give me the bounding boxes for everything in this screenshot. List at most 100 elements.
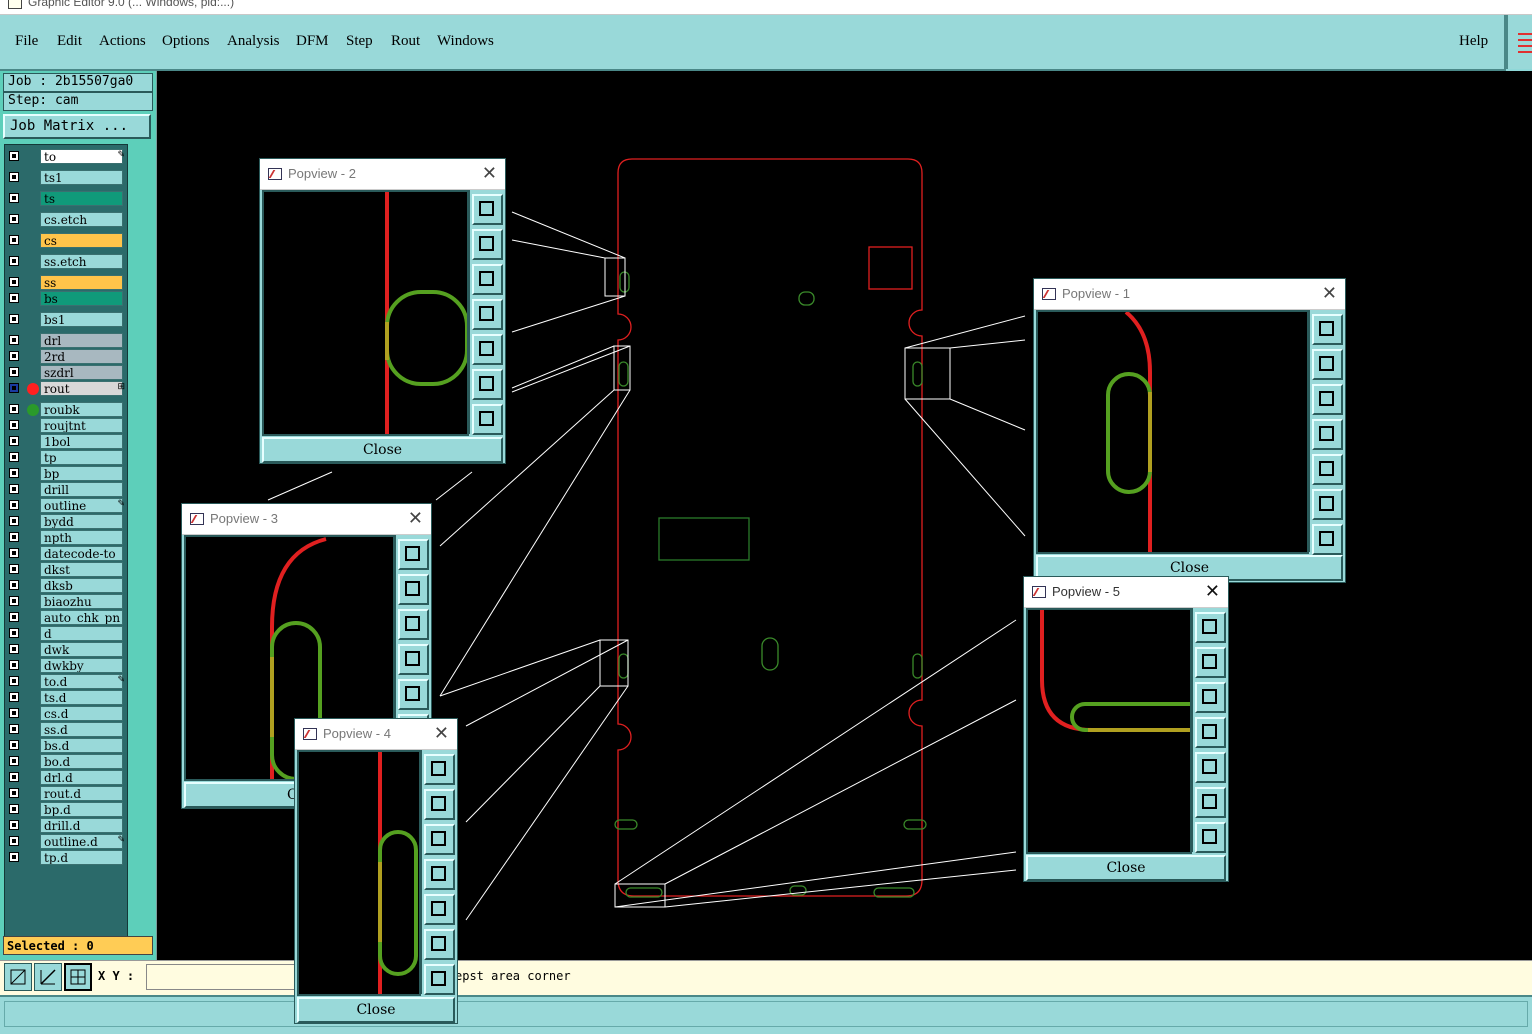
- layer-row-roujtnt[interactable]: roujtnt: [5, 418, 127, 434]
- menu-actions[interactable]: Actions: [99, 33, 146, 50]
- pan-down-icon[interactable]: [398, 609, 429, 640]
- popview-close-button[interactable]: Close: [262, 437, 503, 463]
- layer-checkbox[interactable]: [9, 484, 19, 494]
- zoom-out-icon[interactable]: [1195, 822, 1226, 853]
- layer-row-tp-d[interactable]: tp.d: [5, 850, 127, 866]
- layer-name[interactable]: outline: [40, 498, 123, 513]
- layer-checkbox[interactable]: [9, 468, 19, 478]
- layer-name[interactable]: bs.d: [40, 738, 123, 753]
- popview-1-window[interactable]: Popview - 1 ✕ Close: [1033, 278, 1346, 583]
- zoom-in-icon[interactable]: [424, 929, 455, 960]
- layer-checkbox[interactable]: [9, 644, 19, 654]
- layer-checkbox[interactable]: [9, 548, 19, 558]
- popview-2-window[interactable]: Popview - 2 ✕ Close: [259, 158, 506, 464]
- pan-right-icon[interactable]: [398, 679, 429, 710]
- layer-row-drl-d[interactable]: drl.d: [5, 770, 127, 786]
- popview-4-window[interactable]: Popview - 4 ✕ Close: [294, 718, 458, 1024]
- layer-name[interactable]: bo.d: [40, 754, 123, 769]
- layer-row-bp-d[interactable]: bp.d: [5, 802, 127, 818]
- pan-left-icon[interactable]: [398, 644, 429, 675]
- layer-row-ts1[interactable]: ts1: [5, 170, 127, 186]
- zoom-home-icon[interactable]: [472, 194, 503, 225]
- layer-row-szdrl[interactable]: szdrl: [5, 365, 127, 381]
- popview-view[interactable]: [1026, 608, 1192, 854]
- layer-name[interactable]: bs: [40, 291, 123, 306]
- layer-row-ss-d[interactable]: ss.d: [5, 722, 127, 738]
- popview-view[interactable]: [1036, 310, 1309, 554]
- layer-name[interactable]: biaozhu: [40, 594, 123, 609]
- layer-row-bs-d[interactable]: bs.d: [5, 738, 127, 754]
- layer-checkbox[interactable]: [9, 256, 19, 266]
- layer-checkbox[interactable]: [9, 351, 19, 361]
- layer-checkbox[interactable]: [9, 436, 19, 446]
- layer-name[interactable]: drl: [40, 333, 123, 348]
- pan-right-icon[interactable]: [1195, 752, 1226, 783]
- layer-checkbox[interactable]: [9, 516, 19, 526]
- layer-row-npth[interactable]: npth: [5, 530, 127, 546]
- layer-row-ss-etch[interactable]: ss.etch: [5, 254, 127, 270]
- pan-right-icon[interactable]: [472, 334, 503, 365]
- pan-down-icon[interactable]: [1312, 384, 1343, 415]
- layer-name[interactable]: ts1: [40, 170, 123, 185]
- layer-row-ts[interactable]: ts: [5, 191, 127, 207]
- layer-row-bs1[interactable]: bs1: [5, 312, 127, 328]
- layer-row-roubk[interactable]: roubk: [5, 402, 127, 418]
- layer-row-biaozhu[interactable]: biaozhu: [5, 594, 127, 610]
- zoom-in-icon[interactable]: [472, 369, 503, 400]
- layer-row-bs[interactable]: bs: [5, 291, 127, 307]
- zoom-out-icon[interactable]: [424, 964, 455, 995]
- layer-checkbox[interactable]: [9, 676, 19, 686]
- menu-step[interactable]: Step: [346, 33, 373, 50]
- layer-name[interactable]: dksb: [40, 578, 123, 593]
- layer-row-bp[interactable]: bp: [5, 466, 127, 482]
- layer-checkbox[interactable]: [9, 692, 19, 702]
- layer-row-auto-chk-pn[interactable]: auto_chk_pn: [5, 610, 127, 626]
- popview-close-button[interactable]: Close: [297, 997, 455, 1023]
- close-icon[interactable]: ✕: [434, 723, 449, 744]
- layer-checkbox[interactable]: [9, 214, 19, 224]
- layer-name[interactable]: drill: [40, 482, 123, 497]
- layer-checkbox[interactable]: [9, 612, 19, 622]
- layer-row-bo-d[interactable]: bo.d: [5, 754, 127, 770]
- zoom-home-icon[interactable]: [424, 754, 455, 785]
- layer-name[interactable]: ss.etch: [40, 254, 123, 269]
- layer-name[interactable]: d: [40, 626, 123, 641]
- layer-row-to-d[interactable]: to.d ✎: [5, 674, 127, 690]
- layer-name[interactable]: bs1: [40, 312, 123, 327]
- layer-name[interactable]: auto_chk_pn: [40, 610, 123, 625]
- pan-left-icon[interactable]: [1195, 717, 1226, 748]
- pan-up-icon[interactable]: [424, 789, 455, 820]
- layer-row-cs[interactable]: cs: [5, 233, 127, 249]
- popview-title-bar[interactable]: Popview - 5 ✕: [1024, 577, 1228, 608]
- measure-tool-button[interactable]: [4, 963, 32, 991]
- layer-row-to[interactable]: to ✎: [5, 149, 127, 165]
- layer-row-tp[interactable]: tp: [5, 450, 127, 466]
- popview-view[interactable]: [297, 750, 421, 996]
- layer-checkbox[interactable]: [9, 367, 19, 377]
- layer-checkbox[interactable]: [9, 452, 19, 462]
- layer-name[interactable]: ts: [40, 191, 123, 206]
- menu-windows[interactable]: Windows: [437, 33, 494, 50]
- pan-down-icon[interactable]: [1195, 682, 1226, 713]
- layer-checkbox[interactable]: [9, 724, 19, 734]
- pan-down-icon[interactable]: [472, 264, 503, 295]
- menu-dfm[interactable]: DFM: [296, 33, 329, 50]
- pan-up-icon[interactable]: [398, 574, 429, 605]
- close-icon[interactable]: ✕: [482, 163, 497, 184]
- layer-name[interactable]: dwk: [40, 642, 123, 657]
- layer-name[interactable]: npth: [40, 530, 123, 545]
- layer-name[interactable]: bydd: [40, 514, 123, 529]
- close-icon[interactable]: ✕: [1322, 283, 1337, 304]
- layer-row-dkst[interactable]: dkst: [5, 562, 127, 578]
- layer-row-1bol[interactable]: 1bol: [5, 434, 127, 450]
- layer-checkbox[interactable]: [9, 277, 19, 287]
- layer-name[interactable]: ss.d: [40, 722, 123, 737]
- layer-checkbox[interactable]: [9, 756, 19, 766]
- zoom-out-icon[interactable]: [472, 404, 503, 435]
- layer-name[interactable]: dkst: [40, 562, 123, 577]
- layer-checkbox[interactable]: [9, 820, 19, 830]
- layer-row-outline-d[interactable]: outline.d ✎: [5, 834, 127, 850]
- layer-checkbox[interactable]: [9, 172, 19, 182]
- layer-name[interactable]: dwkby: [40, 658, 123, 673]
- layer-name[interactable]: datecode-to: [40, 546, 123, 561]
